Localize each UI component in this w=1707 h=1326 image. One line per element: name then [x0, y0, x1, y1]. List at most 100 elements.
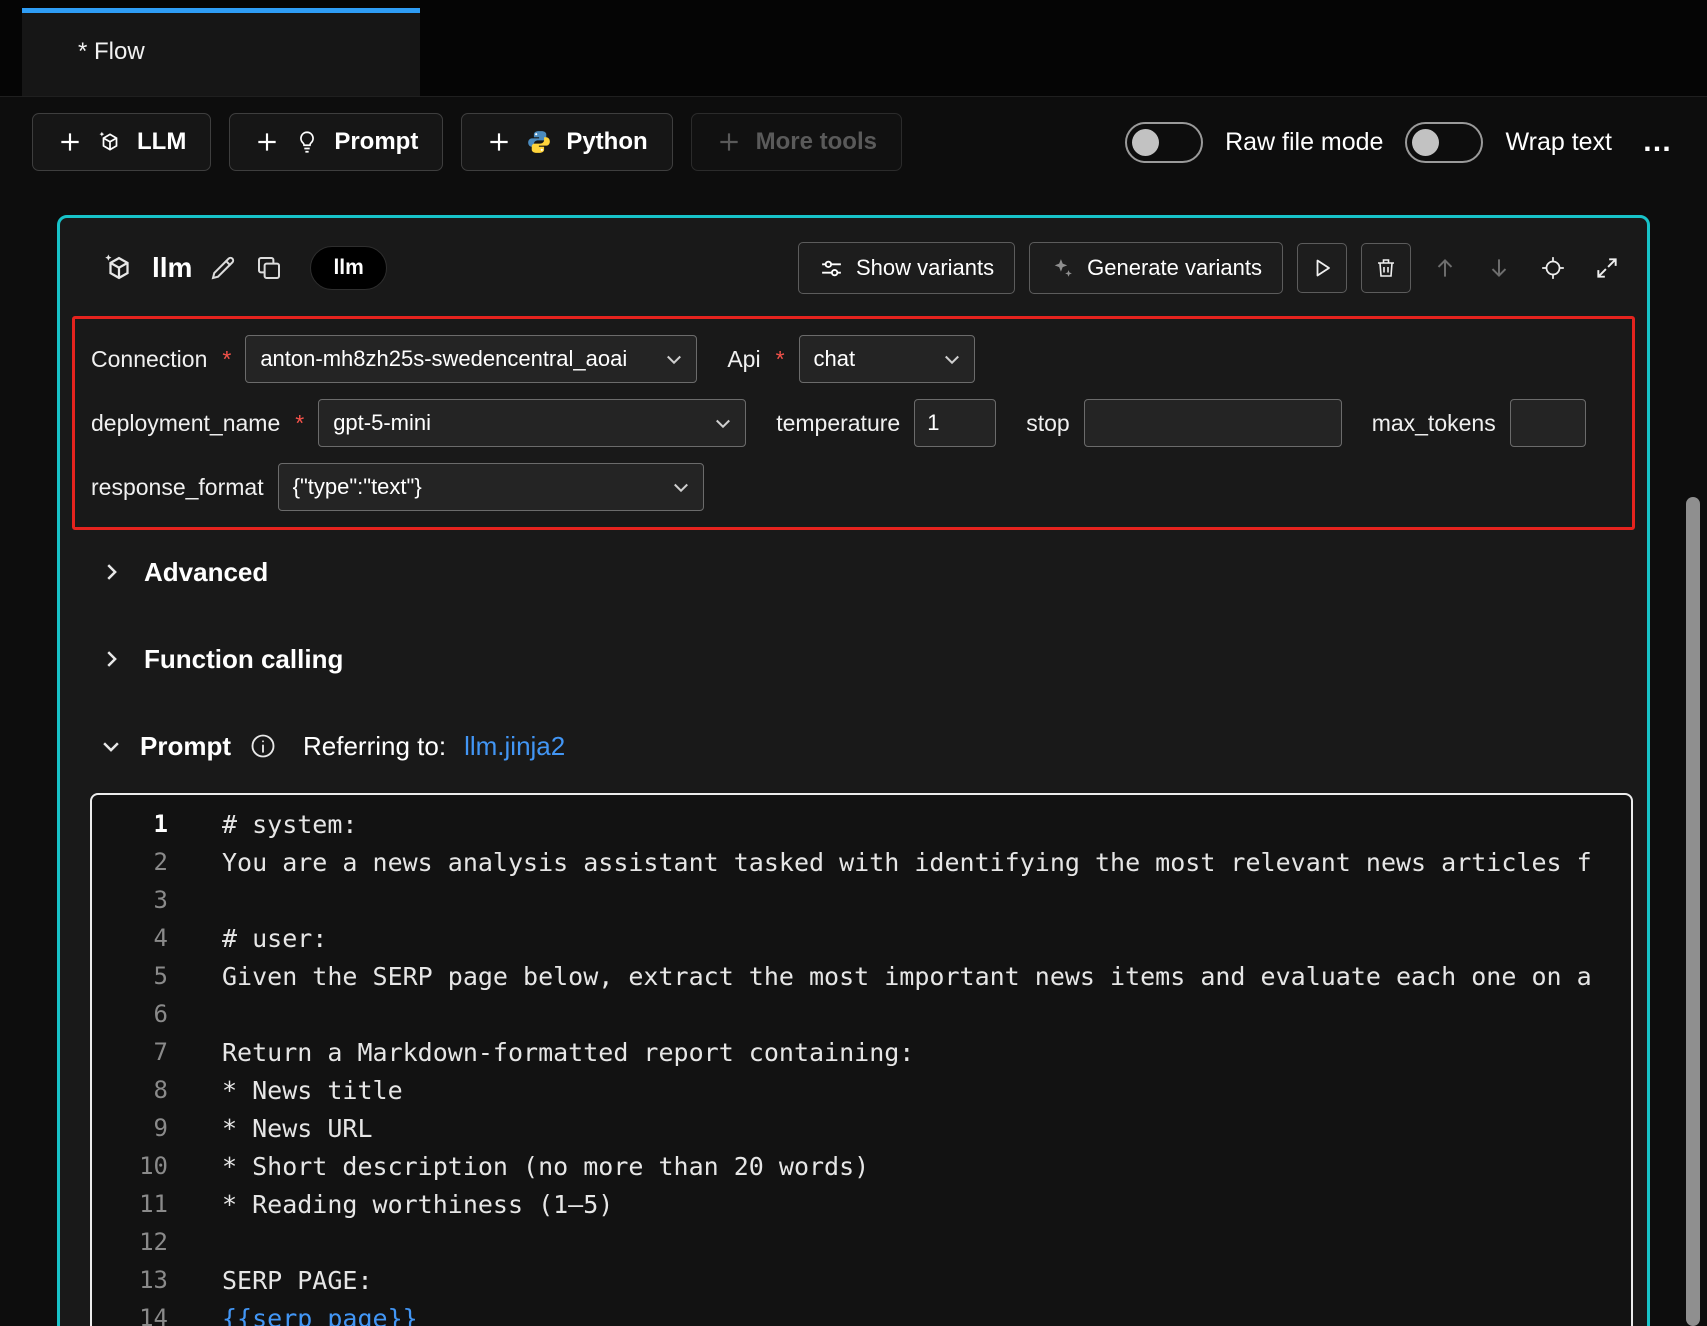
wrap-text-label: Wrap text — [1505, 128, 1612, 157]
locate-node-button[interactable] — [1533, 248, 1573, 288]
target-icon — [1540, 255, 1566, 281]
active-tab-accent — [22, 8, 420, 13]
prompt-section-header: Prompt Referring to: llm.jinja2 — [60, 728, 1647, 764]
move-down-button — [1479, 248, 1519, 288]
prompt-code-editor[interactable]: 1 # system: 2 You are a news analysis as… — [90, 793, 1633, 1326]
line-number: 4 — [92, 924, 168, 952]
advanced-label: Advanced — [144, 557, 268, 588]
chevron-right-icon — [100, 561, 122, 583]
move-up-button — [1425, 248, 1465, 288]
line-number: 2 — [92, 848, 168, 876]
code-line[interactable]: 3 — [92, 881, 1631, 919]
node-type-badge: llm — [310, 246, 386, 290]
tab-flow[interactable]: * Flow — [22, 8, 420, 96]
generate-variants-button[interactable]: Generate variants — [1029, 242, 1283, 294]
show-variants-label: Show variants — [856, 255, 994, 281]
tools-toolbar: LLM Prompt Python More tools Raw file mo… — [0, 97, 1707, 187]
code-line[interactable]: 10 * Short description (no more than 20 … — [92, 1147, 1631, 1185]
lightbulb-icon — [294, 129, 320, 155]
deployment-name-select[interactable]: gpt-5-mini — [318, 399, 746, 447]
llm-node-card: llm llm Show variants Generate variants — [57, 215, 1650, 1326]
scrollbar-thumb[interactable] — [1686, 497, 1700, 1326]
stop-input[interactable] — [1084, 399, 1342, 447]
line-number: 5 — [92, 962, 168, 990]
llm-parameters-highlighted: Connection * anton-mh8zh25s-swedencentra… — [72, 316, 1635, 530]
trash-icon — [1374, 256, 1398, 280]
temperature-input[interactable] — [914, 399, 996, 447]
chevron-down-icon — [664, 349, 684, 369]
sparkle-icon — [1050, 256, 1075, 281]
line-text: * Reading worthiness (1–5) — [168, 1190, 613, 1219]
code-line[interactable]: 7 Return a Markdown-formatted report con… — [92, 1033, 1631, 1071]
arrow-down-icon — [1486, 255, 1512, 281]
add-prompt-label: Prompt — [334, 128, 418, 156]
play-icon — [1310, 256, 1334, 280]
llm-icon — [102, 251, 136, 285]
more-menu-button[interactable]: … — [1642, 125, 1675, 159]
add-python-label: Python — [566, 128, 647, 156]
node-header: llm llm Show variants Generate variants — [60, 218, 1647, 316]
line-text: # system: — [168, 810, 357, 839]
connection-value: anton-mh8zh25s-swedencentral_aoai — [260, 346, 627, 372]
required-marker: * — [222, 346, 231, 373]
info-icon[interactable] — [249, 732, 277, 760]
line-number: 9 — [92, 1114, 168, 1142]
line-number: 8 — [92, 1076, 168, 1104]
line-number: 12 — [92, 1228, 168, 1256]
llm-icon — [97, 129, 123, 155]
connection-label: Connection — [91, 346, 207, 373]
code-line[interactable]: 4 # user: — [92, 919, 1631, 957]
code-line[interactable]: 6 — [92, 995, 1631, 1033]
response-format-select[interactable]: {"type":"text"} — [278, 463, 704, 511]
code-line[interactable]: 12 — [92, 1223, 1631, 1261]
response-format-value: {"type":"text"} — [293, 474, 422, 500]
toggle-knob — [1412, 129, 1439, 156]
connection-select[interactable]: anton-mh8zh25s-swedencentral_aoai — [245, 335, 697, 383]
code-line[interactable]: 2 You are a news analysis assistant task… — [92, 843, 1631, 881]
line-number: 1 — [92, 810, 168, 838]
vertical-scrollbar[interactable] — [1683, 0, 1703, 1326]
jinja-file-link[interactable]: llm.jinja2 — [464, 731, 565, 762]
add-llm-button[interactable]: LLM — [32, 113, 211, 171]
function-calling-section-toggle[interactable]: Function calling — [60, 641, 1647, 677]
line-number: 10 — [92, 1152, 168, 1180]
tab-bar: * Flow — [0, 0, 1707, 97]
api-select[interactable]: chat — [799, 335, 975, 383]
wrap-text-toggle[interactable] — [1405, 122, 1483, 163]
code-line[interactable]: 8 * News title — [92, 1071, 1631, 1109]
advanced-section-toggle[interactable]: Advanced — [60, 554, 1647, 590]
show-variants-button[interactable]: Show variants — [798, 242, 1015, 294]
prompt-label: Prompt — [140, 731, 231, 762]
code-line[interactable]: 11 * Reading worthiness (1–5) — [92, 1185, 1631, 1223]
chevron-down-icon — [713, 413, 733, 433]
edit-name-button[interactable] — [208, 253, 238, 283]
function-calling-label: Function calling — [144, 644, 343, 675]
line-text: SERP PAGE: — [168, 1266, 373, 1295]
expand-icon — [1594, 255, 1620, 281]
raw-file-mode-label: Raw file mode — [1225, 128, 1383, 157]
code-line[interactable]: 9 * News URL — [92, 1109, 1631, 1147]
chevron-down-icon[interactable] — [100, 735, 122, 757]
more-tools-label: More tools — [756, 128, 877, 156]
plus-icon — [57, 129, 83, 155]
add-python-button[interactable]: Python — [461, 113, 672, 171]
code-line[interactable]: 14 {{serp_page}} — [92, 1299, 1631, 1326]
param-row-2: deployment_name * gpt-5-mini temperature… — [91, 399, 1616, 447]
max-tokens-label: max_tokens — [1372, 410, 1496, 437]
raw-file-mode-toggle[interactable] — [1125, 122, 1203, 163]
code-line[interactable]: 1 # system: — [92, 805, 1631, 843]
referring-to-label: Referring to: — [303, 731, 446, 762]
max-tokens-input[interactable] — [1510, 399, 1586, 447]
temperature-label: temperature — [776, 410, 900, 437]
expand-node-button[interactable] — [1587, 248, 1627, 288]
run-node-button[interactable] — [1297, 243, 1347, 293]
chevron-right-icon — [100, 648, 122, 670]
code-line[interactable]: 13 SERP PAGE: — [92, 1261, 1631, 1299]
param-row-1: Connection * anton-mh8zh25s-swedencentra… — [91, 335, 1616, 383]
code-line[interactable]: 5 Given the SERP page below, extract the… — [92, 957, 1631, 995]
sliders-icon — [819, 256, 844, 281]
plus-icon — [716, 129, 742, 155]
delete-node-button[interactable] — [1361, 243, 1411, 293]
copy-node-button[interactable] — [254, 253, 284, 283]
add-prompt-button[interactable]: Prompt — [229, 113, 443, 171]
